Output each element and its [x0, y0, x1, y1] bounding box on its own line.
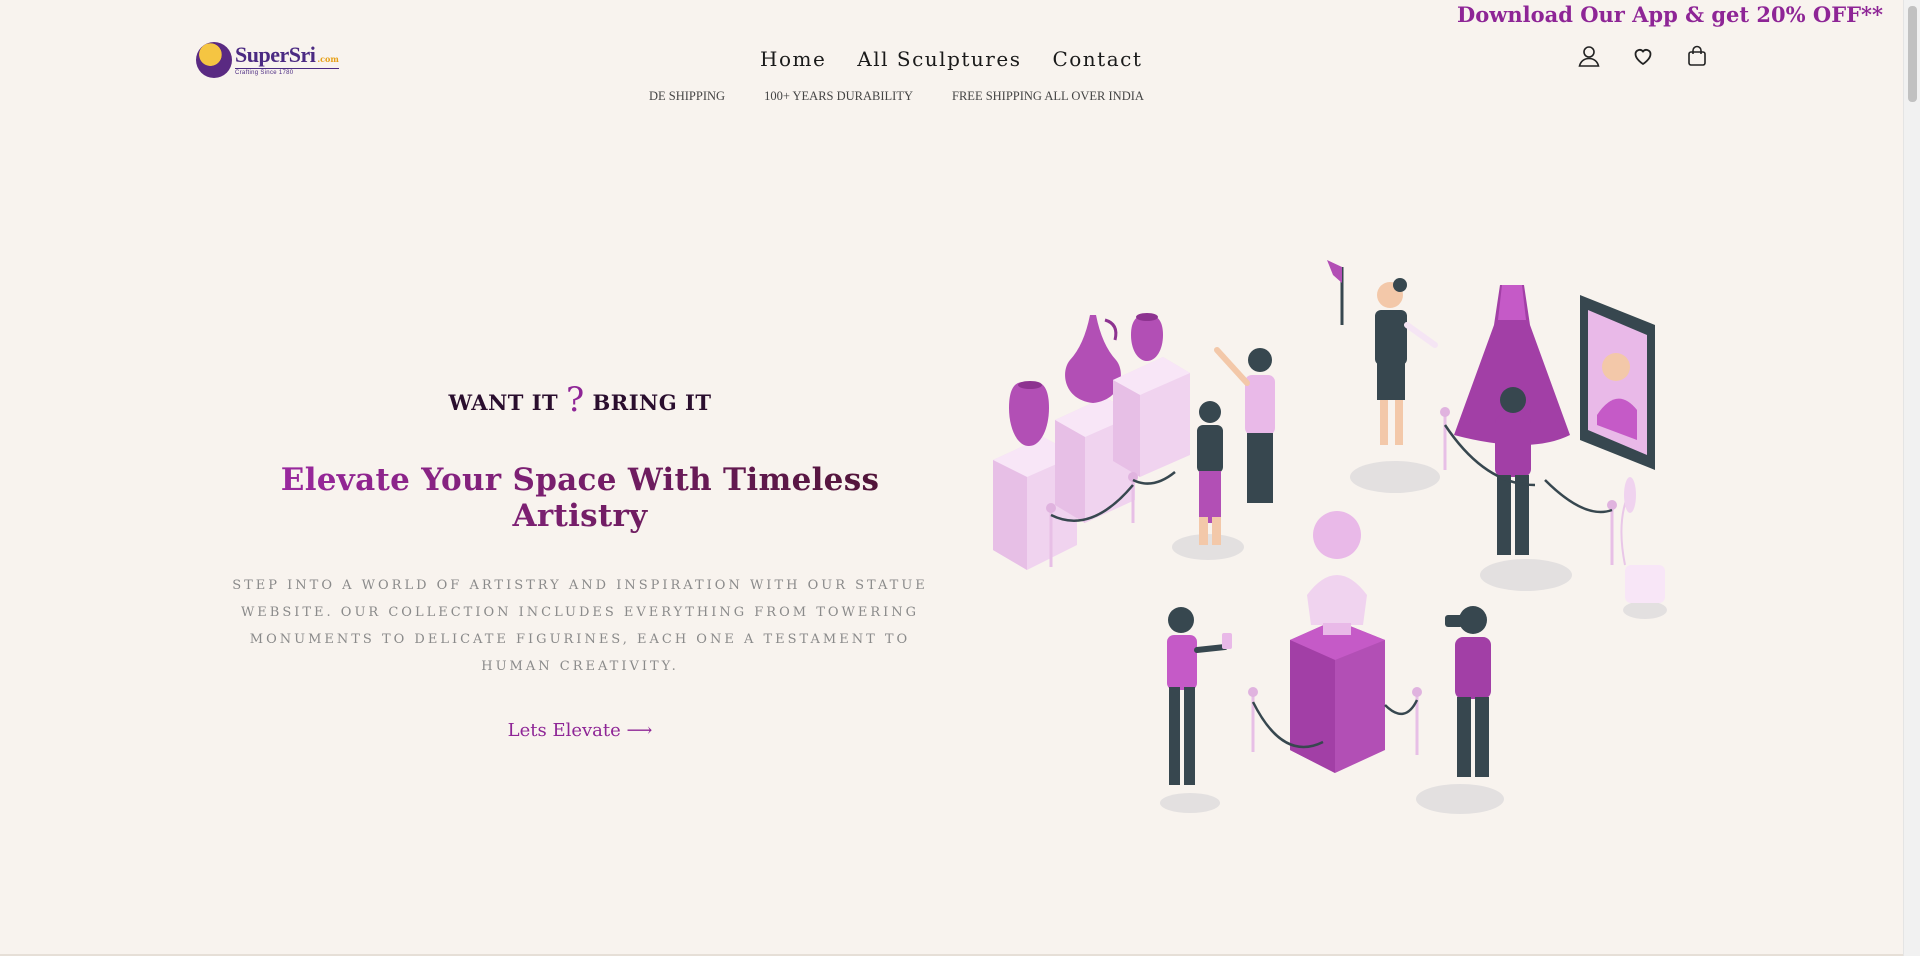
museum-visitors-illustration	[993, 260, 1667, 814]
cart-bag-icon[interactable]	[1685, 44, 1709, 68]
marquee-item: DE SHIPPING	[649, 89, 726, 103]
logo-tagline: Crafting Since 1780	[235, 68, 339, 76]
header-icons	[1577, 44, 1709, 68]
lets-elevate-button[interactable]: Lets Elevate ⟶	[508, 720, 653, 741]
framed-portrait	[1580, 295, 1655, 470]
logo-name: SuperSri	[235, 42, 316, 67]
plant-pot	[1620, 477, 1665, 603]
nav-all-sculptures[interactable]: All Sculptures	[857, 47, 1021, 71]
bust-statue	[1248, 511, 1422, 773]
vase-pedestals	[993, 313, 1190, 570]
promo-banner[interactable]: Download Our App & get 20% OFF**	[1457, 2, 1883, 27]
kids-figures	[1197, 347, 1275, 545]
visitor-binoculars	[1445, 606, 1491, 777]
announcement-marquee: DE SHIPPING 100+ YEARS DURABILITY FREE S…	[649, 89, 1144, 104]
main-nav: Home All Sculptures Contact	[760, 47, 1142, 71]
hero-tagline: WANT IT ? BRING IT	[230, 380, 930, 420]
account-icon[interactable]	[1577, 44, 1601, 68]
tagline-question-mark: ?	[565, 380, 585, 420]
visitor-girl-phone	[1167, 607, 1232, 785]
nav-contact[interactable]: Contact	[1052, 47, 1142, 71]
tagline-right: BRING IT	[592, 390, 712, 415]
hero-headline: Elevate Your Space With Timeless Artistr…	[230, 462, 930, 534]
scrollbar-thumb[interactable]	[1908, 6, 1917, 102]
gallery-illustration	[985, 255, 1675, 835]
site-logo[interactable]: SuperSri .com Crafting Since 1780	[196, 38, 339, 82]
marquee-item: 100+ YEARS DURABILITY	[764, 89, 914, 103]
nav-home[interactable]: Home	[760, 47, 826, 71]
hero-description: Step into a world of artistry and inspir…	[232, 578, 928, 674]
hero-section: WANT IT ? BRING IT Elevate Your Space Wi…	[230, 380, 930, 741]
page-scrollbar[interactable]	[1903, 0, 1920, 956]
tagline-left: WANT IT	[448, 390, 559, 415]
marquee-item: FREE SHIPPING ALL OVER INDIA	[952, 89, 1144, 103]
logo-emblem-icon	[196, 42, 232, 78]
wishlist-heart-icon[interactable]	[1631, 44, 1655, 68]
guide-figure	[1327, 260, 1438, 445]
logo-domain: .com	[317, 54, 339, 64]
